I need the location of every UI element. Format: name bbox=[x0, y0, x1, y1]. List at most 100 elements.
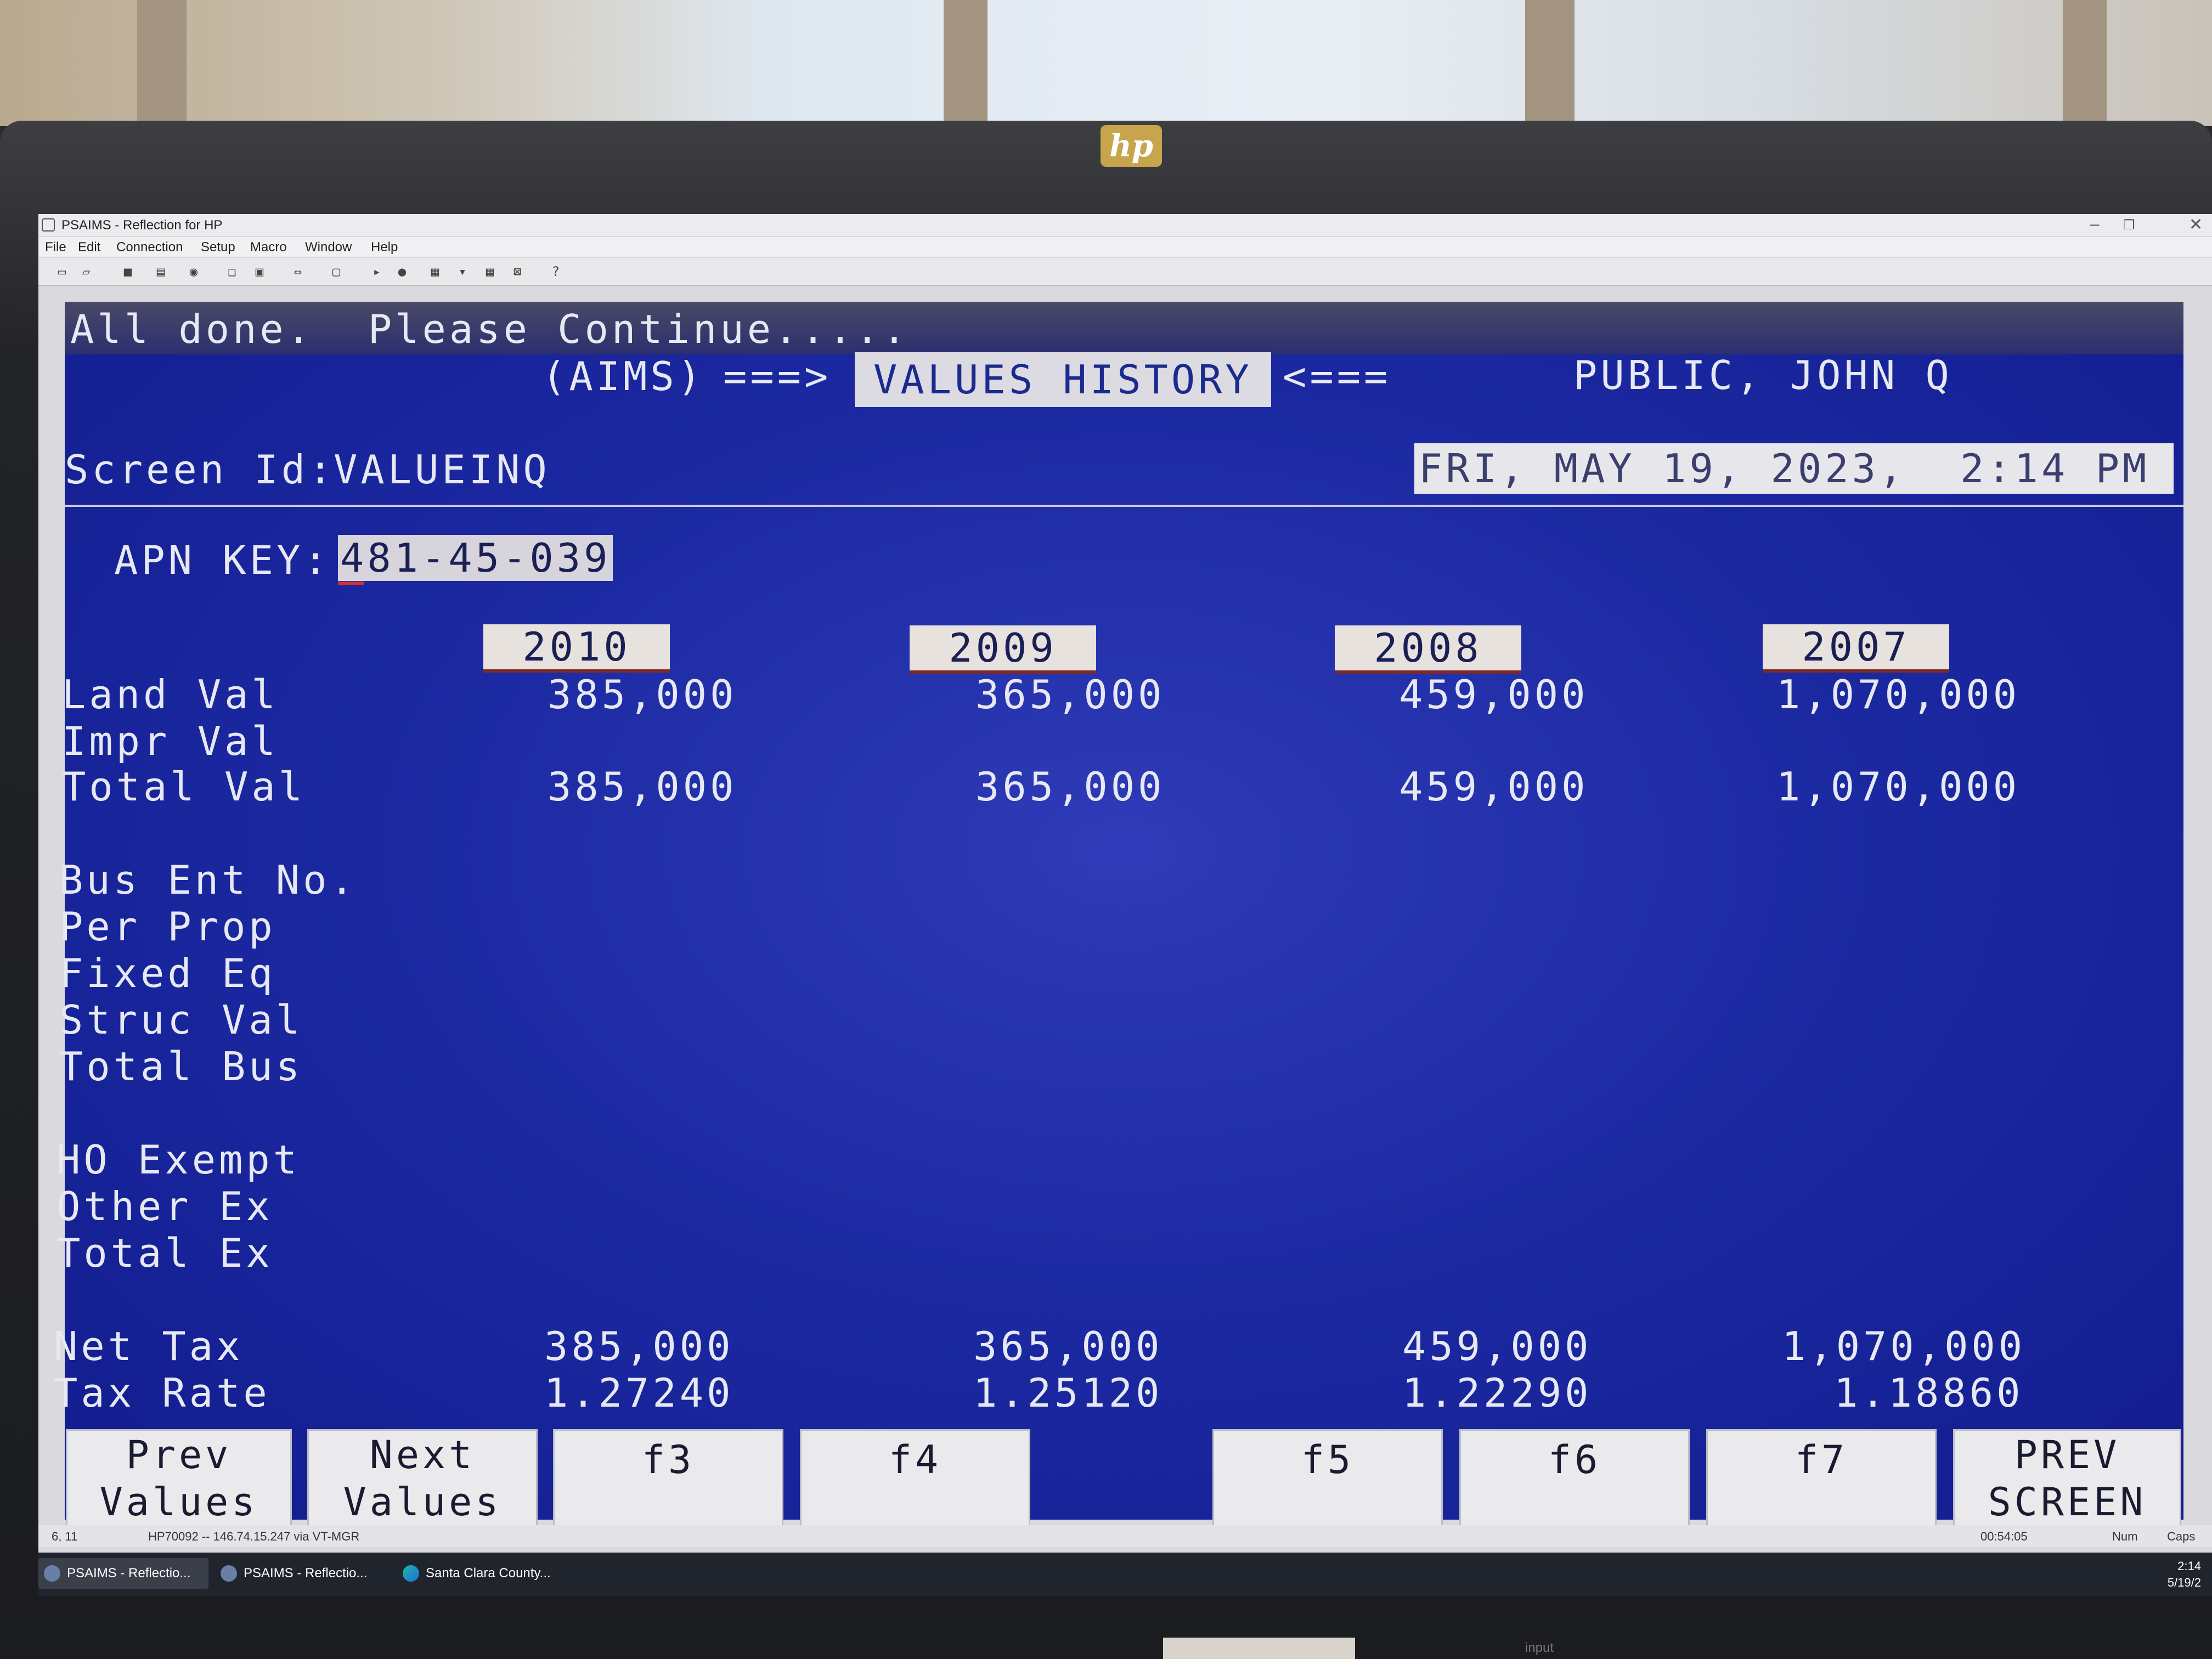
land-val-2009: 365,000 bbox=[975, 672, 1165, 718]
taskbar: PSAIMS - Reflectio... PSAIMS - Reflectio… bbox=[38, 1553, 2212, 1596]
taskbar-item-psaims-2[interactable]: PSAIMS - Reflectio... bbox=[215, 1558, 391, 1589]
window-icon[interactable]: ▦ bbox=[483, 264, 497, 279]
row-label-ho-exempt: HO Exempt bbox=[57, 1137, 301, 1183]
status-bar: 6, 11 HP70092 -- 146.74.15.247 via VT-MG… bbox=[38, 1525, 2212, 1547]
clock-date: 5/19/2 bbox=[2167, 1576, 2201, 1589]
total-val-2009: 365,000 bbox=[975, 764, 1165, 810]
apn-input[interactable]: 481-45-039 bbox=[338, 535, 613, 581]
hp-logo: hp bbox=[1101, 125, 1162, 167]
chat-icon[interactable]: ▾ bbox=[455, 264, 470, 279]
terminal[interactable]: All done. Please Continue..... (AIMS) ==… bbox=[54, 302, 2183, 1528]
connect-icon[interactable]: ⇔ bbox=[291, 264, 305, 279]
row-label-struc-val: Struc Val bbox=[59, 997, 303, 1043]
save-icon[interactable]: ■ bbox=[121, 264, 135, 279]
find-icon[interactable]: ◉ bbox=[187, 264, 201, 279]
total-val-2010: 385,000 bbox=[548, 764, 737, 810]
clock-time: 2:14 bbox=[2177, 1559, 2201, 1573]
reflection-icon bbox=[221, 1565, 237, 1582]
net-tax-2009: 365,000 bbox=[973, 1323, 1163, 1369]
datetime: FRI, MAY 19, 2023, 2:14 PM bbox=[1414, 443, 2174, 494]
copy-icon[interactable]: ❏ bbox=[225, 264, 239, 279]
fkey-label: PREV bbox=[2014, 1432, 2120, 1477]
window-frame bbox=[2063, 0, 2107, 126]
menu-setup[interactable]: Setup bbox=[201, 240, 235, 255]
app-icon bbox=[42, 218, 55, 232]
fkey-label: f5 bbox=[1301, 1437, 1355, 1482]
menu-edit[interactable]: Edit bbox=[78, 240, 100, 255]
display-icon[interactable]: ▦ bbox=[428, 264, 442, 279]
row-label-total-val: Total Val bbox=[62, 764, 306, 810]
menu-window[interactable]: Window bbox=[305, 240, 352, 255]
screen: PSAIMS - Reflection for HP – ❐ ✕ File Ed… bbox=[38, 214, 2212, 1596]
close-icon[interactable]: ✕ bbox=[2189, 215, 2203, 234]
tax-rate-2010: 1.27240 bbox=[544, 1370, 734, 1416]
window-frame bbox=[137, 0, 187, 126]
menu-connection[interactable]: Connection bbox=[116, 240, 183, 255]
system-clock[interactable]: 2:14 5/19/2 bbox=[2168, 1558, 2201, 1591]
row-label-total-bus: Total Bus bbox=[59, 1043, 303, 1090]
taskbar-item-label: PSAIMS - Reflectio... bbox=[244, 1566, 368, 1581]
year-header-2009: 2009 bbox=[910, 625, 1096, 674]
f6-button[interactable]: f6 bbox=[1459, 1429, 1690, 1528]
tax-rate-2009: 1.25120 bbox=[973, 1370, 1163, 1416]
row-label-per-prop: Per Prop bbox=[59, 904, 276, 950]
total-val-2007: 1,070,000 bbox=[1776, 764, 2021, 810]
divider bbox=[65, 505, 2183, 507]
minimize-icon[interactable]: – bbox=[2090, 215, 2100, 234]
fkey-label: f7 bbox=[1795, 1437, 1848, 1482]
net-tax-2008: 459,000 bbox=[1402, 1323, 1592, 1369]
screen-id-label: Screen Id: bbox=[65, 447, 336, 493]
open-folder-icon[interactable]: ▱ bbox=[79, 264, 93, 279]
settings-icon[interactable]: ▢ bbox=[329, 264, 343, 279]
cursor-position: 6, 11 bbox=[52, 1530, 78, 1543]
land-val-2008: 459,000 bbox=[1399, 672, 1589, 718]
fkey-label: f3 bbox=[641, 1437, 695, 1482]
prev-screen-button[interactable]: PREV SCREEN bbox=[1953, 1429, 2181, 1528]
f7-button[interactable]: f7 bbox=[1706, 1429, 1937, 1528]
window-frame bbox=[1525, 0, 1575, 126]
year-header-2007: 2007 bbox=[1763, 624, 1949, 673]
f4-button[interactable]: f4 bbox=[800, 1429, 1030, 1528]
fkey-label: Next bbox=[369, 1432, 476, 1477]
menu-file[interactable]: File bbox=[45, 240, 66, 255]
restore-icon[interactable]: ❐ bbox=[2123, 217, 2135, 233]
land-val-2007: 1,070,000 bbox=[1776, 672, 2021, 718]
taskbar-item-psaims-1[interactable]: PSAIMS - Reflectio... bbox=[38, 1558, 208, 1589]
row-label-other-ex: Other Ex bbox=[57, 1183, 273, 1229]
screen-title: VALUES HISTORY bbox=[855, 352, 1271, 407]
menu-help[interactable]: Help bbox=[371, 240, 398, 255]
session-timer: 00:54:05 bbox=[1980, 1530, 2028, 1543]
taskbar-item-browser[interactable]: Santa Clara County... bbox=[397, 1558, 584, 1589]
row-label-total-ex: Total Ex bbox=[57, 1230, 273, 1276]
fkey-label: f6 bbox=[1548, 1437, 1601, 1482]
record-macro-icon[interactable]: ● bbox=[395, 264, 409, 279]
f5-button[interactable]: f5 bbox=[1212, 1429, 1443, 1528]
status-message: All done. Please Continue..... bbox=[70, 306, 910, 352]
print-icon[interactable]: ▤ bbox=[154, 264, 168, 279]
row-label-bus-ent-no: Bus Ent No. bbox=[59, 857, 357, 903]
aims-label: (AIMS) bbox=[542, 353, 705, 399]
taskbar-item-label: PSAIMS - Reflectio... bbox=[67, 1566, 191, 1581]
total-val-2008: 459,000 bbox=[1399, 764, 1589, 810]
menu-macro[interactable]: Macro bbox=[250, 240, 287, 255]
window-title: PSAIMS - Reflection for HP bbox=[61, 218, 223, 233]
reflection-icon bbox=[44, 1565, 60, 1582]
fkey-label: SCREEN bbox=[1988, 1480, 2147, 1525]
new-file-icon[interactable]: ▭ bbox=[55, 264, 69, 279]
taskbar-item-label: Santa Clara County... bbox=[426, 1566, 551, 1581]
next-values-button[interactable]: Next Values bbox=[307, 1429, 538, 1528]
prev-values-button[interactable]: Prev Values bbox=[66, 1429, 292, 1528]
play-macro-icon[interactable]: ▸ bbox=[370, 264, 384, 279]
paste-icon[interactable]: ▣ bbox=[252, 264, 267, 279]
row-label-land-val: Land Val bbox=[62, 672, 279, 718]
help-icon[interactable]: ? bbox=[549, 264, 563, 279]
owner-name: PUBLIC, JOHN Q bbox=[1573, 352, 1953, 398]
tax-rate-2008: 1.22290 bbox=[1402, 1370, 1592, 1416]
fkey-label: Values bbox=[343, 1480, 502, 1525]
connection-info: HP70092 -- 146.74.15.247 via VT-MGR bbox=[148, 1530, 360, 1543]
f3-button[interactable]: f3 bbox=[553, 1429, 783, 1528]
stand-label: input bbox=[1525, 1640, 1554, 1655]
row-label-fixed-eq: Fixed Eq bbox=[59, 950, 276, 996]
row-label-tax-rate: Tax Rate bbox=[54, 1370, 270, 1416]
close-session-icon[interactable]: ⊠ bbox=[510, 264, 524, 279]
